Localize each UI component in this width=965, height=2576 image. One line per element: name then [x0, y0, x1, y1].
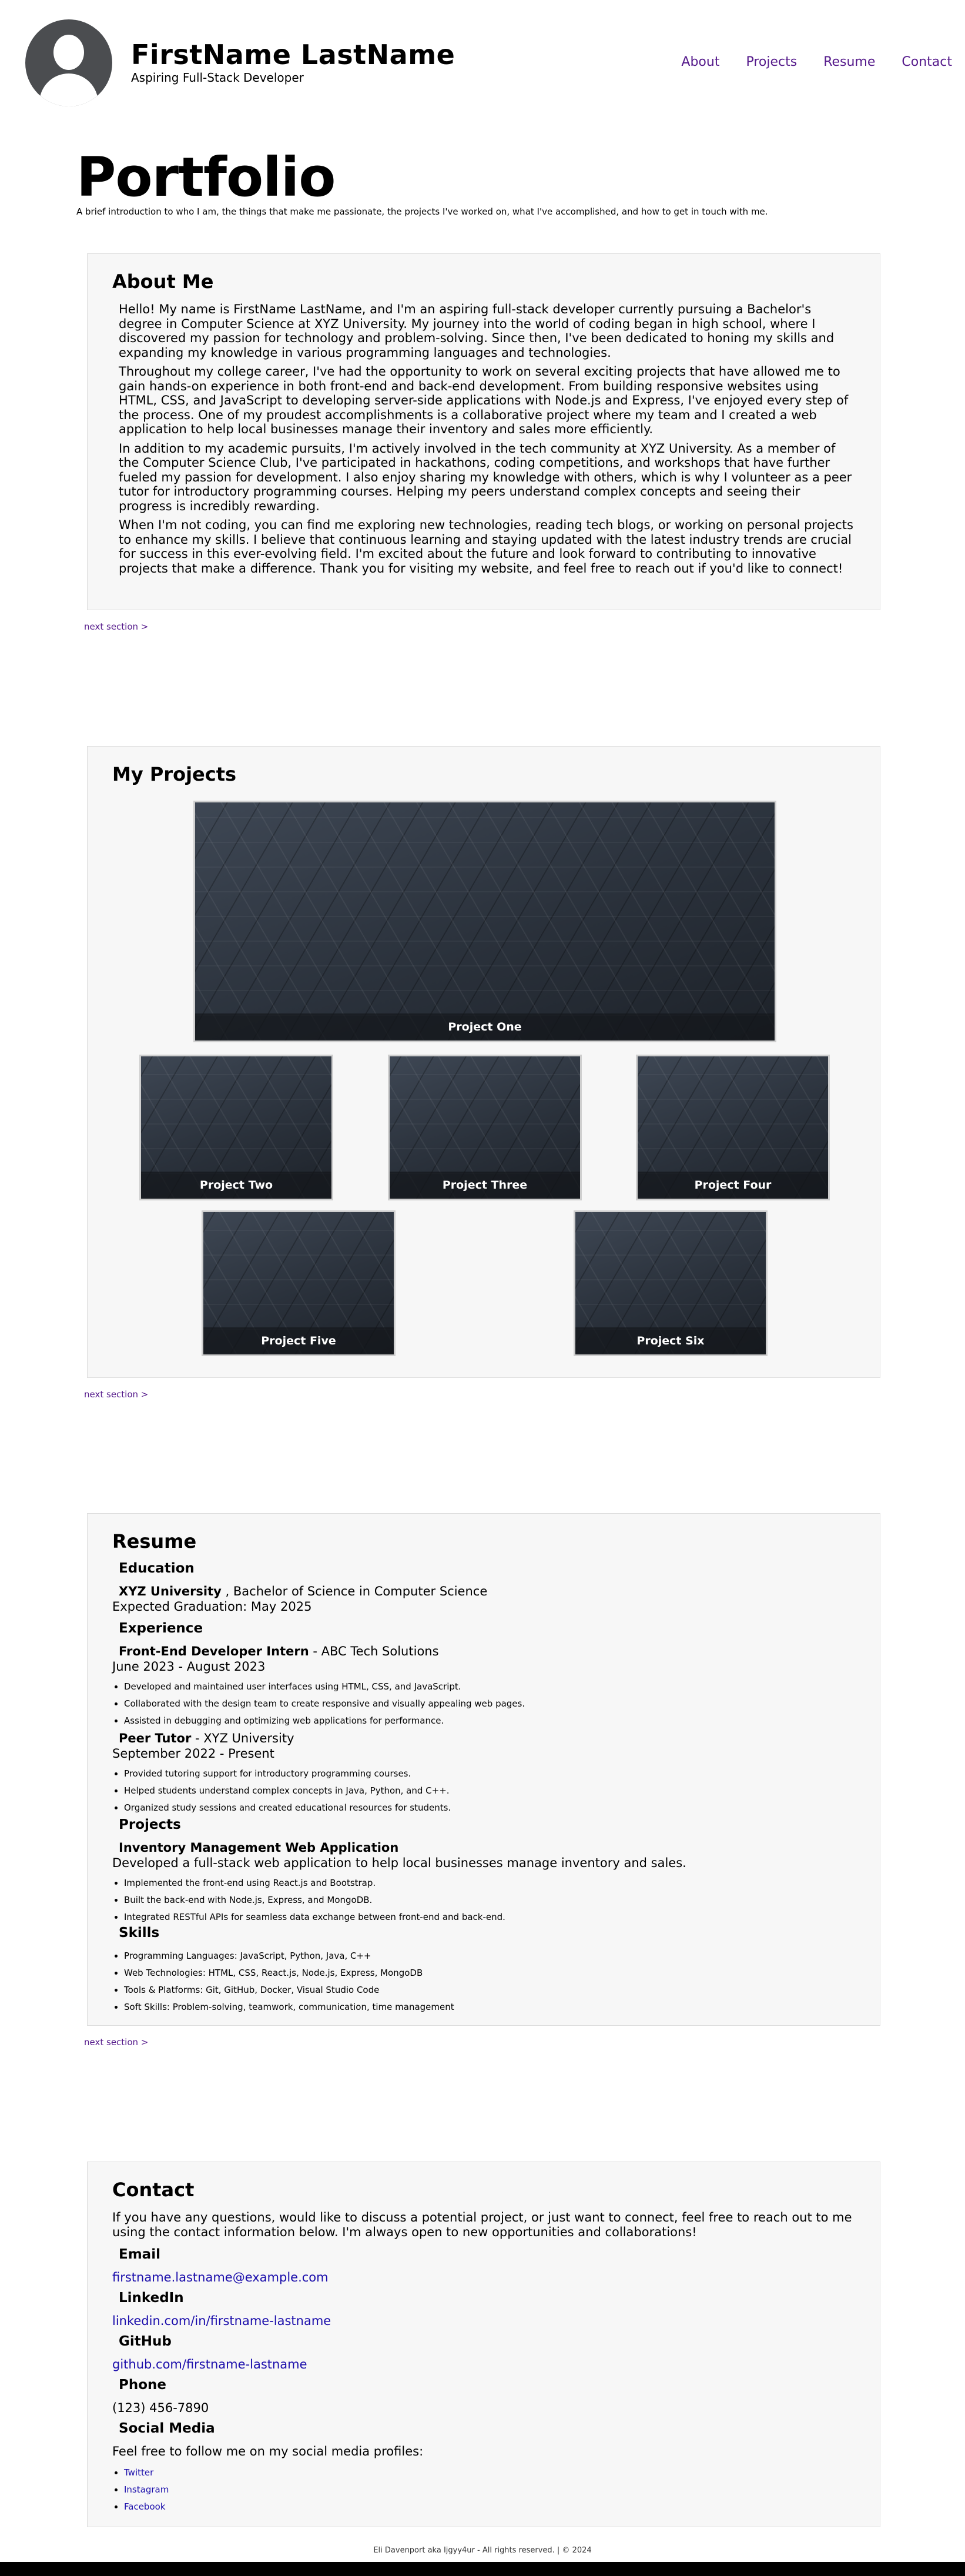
project-card[interactable]: Project Six	[574, 1210, 768, 1356]
project-title: Project Four	[638, 1172, 828, 1199]
facebook-link[interactable]: Facebook	[124, 2501, 165, 2512]
resume-heading: Resume	[112, 1530, 197, 1553]
job-dates: June 2023 - August 2023	[112, 1660, 266, 1674]
project-card[interactable]: Project One	[193, 801, 776, 1042]
site-tagline: Aspiring Full-Stack Developer	[131, 71, 304, 85]
github-heading: GitHub	[119, 2334, 172, 2349]
project-bullets: Implemented the front-end using React.js…	[124, 1875, 505, 1926]
job-entry: Front-End Developer Intern - ABC Tech So…	[119, 1644, 439, 1658]
contact-intro: If you have any questions, would like to…	[112, 2210, 852, 2239]
list-item: Soft Skills: Problem-solving, teamwork, …	[124, 1999, 454, 2016]
avatar-icon	[25, 19, 112, 106]
project-card[interactable]: Project Three	[388, 1055, 582, 1200]
degree: , Bachelor of Science in Computer Scienc…	[225, 1584, 488, 1598]
list-item: Instagram	[124, 2481, 169, 2498]
project-title: Project Six	[575, 1327, 766, 1354]
list-item: Developed and maintained user interfaces…	[124, 1678, 525, 1695]
social-heading: Social Media	[119, 2421, 215, 2436]
list-item: Built the back-end with Node.js, Express…	[124, 1892, 505, 1909]
contact-heading: Contact	[112, 2179, 195, 2201]
list-item: Facebook	[124, 2498, 169, 2515]
list-item: Tools & Platforms: Git, GitHub, Docker, …	[124, 1982, 454, 1999]
instagram-link[interactable]: Instagram	[124, 2484, 169, 2495]
list-item: Web Technologies: HTML, CSS, React.js, N…	[124, 1965, 454, 1982]
project-card[interactable]: Project Five	[202, 1210, 396, 1356]
about-paragraph: In addition to my academic pursuits, I'm…	[119, 441, 852, 513]
list-item: Assisted in debugging and optimizing web…	[124, 1712, 525, 1729]
main-nav: About Projects Resume Contact	[681, 55, 952, 69]
social-links: Twitter Instagram Facebook	[124, 2464, 169, 2515]
about-body: Hello! My name is FirstName LastName, an…	[119, 302, 853, 580]
job-dates: September 2022 - Present	[112, 1747, 274, 1761]
site-header: FirstName LastName Aspiring Full-Stack D…	[0, 0, 965, 129]
projects-section: My Projects Project One Project Two Proj…	[87, 746, 880, 1378]
project-title: Project Two	[141, 1172, 331, 1199]
page-intro: A brief introduction to who I am, the th…	[76, 206, 768, 217]
phone-heading: Phone	[119, 2377, 167, 2393]
project-title: Project Five	[203, 1327, 394, 1354]
github-link[interactable]: github.com/firstname-lastname	[112, 2357, 307, 2371]
next-section-link[interactable]: next section >	[84, 1389, 148, 1400]
next-section-link[interactable]: next section >	[84, 2037, 148, 2048]
list-item: Integrated RESTful APIs for seamless dat…	[124, 1909, 505, 1926]
linkedin-link[interactable]: linkedin.com/in/firstname-lastname	[112, 2314, 331, 2328]
phone-number: (123) 456-7890	[112, 2401, 209, 2415]
skills-bullets: Programming Languages: JavaScript, Pytho…	[124, 1948, 454, 2016]
list-item: Collaborated with the design team to cre…	[124, 1695, 525, 1712]
about-paragraph: Throughout my college career, I've had t…	[119, 364, 849, 436]
site-owner-name: FirstName LastName	[131, 39, 455, 71]
nav-projects-link[interactable]: Projects	[746, 55, 797, 69]
nav-about-link[interactable]: About	[681, 55, 719, 69]
school-name: XYZ University	[119, 1584, 222, 1598]
footer-bar	[0, 2562, 965, 2576]
project-card[interactable]: Project Two	[139, 1055, 333, 1200]
job-bullets: Developed and maintained user interfaces…	[124, 1678, 525, 1729]
project-entry: Inventory Management Web Application	[119, 1841, 398, 1855]
linkedin-heading: LinkedIn	[119, 2290, 184, 2306]
email-heading: Email	[119, 2247, 160, 2262]
about-paragraph: When I'm not coding, you can find me exp…	[119, 518, 853, 576]
job-title: Front-End Developer Intern	[119, 1644, 309, 1658]
experience-heading: Experience	[119, 1621, 203, 1636]
project-card[interactable]: Project Four	[636, 1055, 830, 1200]
job-company: - ABC Tech Solutions	[313, 1644, 439, 1658]
project-title: Project One	[195, 1013, 775, 1041]
list-item: Programming Languages: JavaScript, Pytho…	[124, 1948, 454, 1965]
list-item: Organized study sessions and created edu…	[124, 1799, 451, 1816]
skills-heading: Skills	[119, 1925, 160, 1941]
project-description: Developed a full-stack web application t…	[112, 1856, 686, 1870]
project-title: Project Three	[390, 1172, 580, 1199]
next-section-link[interactable]: next section >	[84, 621, 148, 632]
list-item: Provided tutoring support for introducto…	[124, 1765, 451, 1782]
project-name: Inventory Management Web Application	[119, 1841, 399, 1855]
job-entry: Peer Tutor - XYZ University	[119, 1731, 294, 1745]
page-title: Portfolio	[76, 146, 336, 209]
social-intro: Feel free to follow me on my social medi…	[112, 2444, 424, 2458]
email-link[interactable]: firstname.lastname@example.com	[112, 2270, 329, 2284]
projects-subheading: Projects	[119, 1817, 181, 1832]
education-heading: Education	[119, 1561, 195, 1576]
about-heading: About Me	[112, 270, 214, 293]
nav-contact-link[interactable]: Contact	[902, 55, 952, 69]
job-bullets: Provided tutoring support for introducto…	[124, 1765, 451, 1816]
list-item: Twitter	[124, 2464, 169, 2481]
job-title: Peer Tutor	[119, 1731, 192, 1745]
nav-resume-link[interactable]: Resume	[823, 55, 875, 69]
twitter-link[interactable]: Twitter	[124, 2467, 153, 2478]
list-item: Helped students understand complex conce…	[124, 1782, 451, 1799]
about-section: About Me Hello! My name is FirstName Las…	[87, 253, 880, 610]
contact-section: Contact If you have any questions, would…	[87, 2162, 880, 2527]
education-entry: XYZ University , Bachelor of Science in …	[119, 1584, 487, 1598]
graduation-date: Expected Graduation: May 2025	[112, 1600, 312, 1614]
footer-copyright: Eli Davenport aka Ijgyy4ur - All rights …	[373, 2546, 592, 2555]
about-paragraph: Hello! My name is FirstName LastName, an…	[119, 302, 835, 360]
projects-heading: My Projects	[112, 763, 237, 785]
resume-section: Resume Education XYZ University , Bachel…	[87, 1513, 880, 2026]
list-item: Implemented the front-end using React.js…	[124, 1875, 505, 1892]
job-company: - XYZ University	[195, 1731, 294, 1745]
